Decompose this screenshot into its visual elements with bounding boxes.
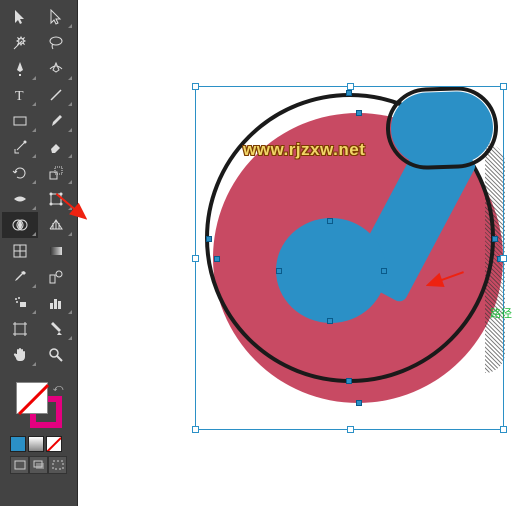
canvas-area[interactable]: www.rjzxw.net 路径 bbox=[78, 0, 522, 506]
music-note-head-large[interactable] bbox=[276, 218, 386, 323]
anchor-point[interactable] bbox=[492, 236, 498, 242]
swap-fill-stroke-icon[interactable]: ⤺ bbox=[53, 383, 64, 394]
color-section: ⤺ bbox=[2, 374, 75, 478]
shape-builder-tool[interactable] bbox=[2, 212, 38, 238]
zoom-tool[interactable] bbox=[38, 342, 74, 368]
anchor-point[interactable] bbox=[327, 218, 333, 224]
line-segment-tool[interactable] bbox=[38, 82, 74, 108]
magic-wand-tool[interactable] bbox=[2, 30, 38, 56]
resize-handle[interactable] bbox=[192, 255, 199, 262]
blend-tool[interactable] bbox=[38, 264, 74, 290]
resize-handle[interactable] bbox=[500, 426, 507, 433]
anchor-point[interactable] bbox=[206, 236, 212, 242]
resize-handle[interactable] bbox=[192, 83, 199, 90]
eraser-tool[interactable] bbox=[38, 134, 74, 160]
watermark-text: www.rjzxw.net bbox=[243, 140, 365, 160]
draw-normal-mode[interactable] bbox=[10, 456, 29, 474]
music-note-head-small[interactable] bbox=[390, 90, 494, 166]
selection-tool[interactable] bbox=[2, 4, 38, 30]
tools-panel: T bbox=[0, 0, 78, 506]
anchor-point[interactable] bbox=[381, 268, 387, 274]
direct-selection-tool[interactable] bbox=[38, 4, 74, 30]
gradient-tool[interactable] bbox=[38, 238, 74, 264]
eyedropper-tool[interactable] bbox=[2, 264, 38, 290]
resize-handle[interactable] bbox=[347, 426, 354, 433]
paintbrush-tool[interactable] bbox=[38, 108, 74, 134]
gradient-swatch[interactable] bbox=[28, 436, 44, 452]
anchor-point[interactable] bbox=[346, 90, 352, 96]
anchor-point[interactable] bbox=[346, 378, 352, 384]
rectangle-tool[interactable] bbox=[2, 108, 38, 134]
svg-text:T: T bbox=[15, 89, 24, 103]
anchor-point[interactable] bbox=[276, 268, 282, 274]
anchor-point[interactable] bbox=[327, 318, 333, 324]
width-tool[interactable] bbox=[2, 186, 38, 212]
anchor-point[interactable] bbox=[356, 400, 362, 406]
scale-tool[interactable] bbox=[38, 160, 74, 186]
rotate-tool[interactable] bbox=[2, 160, 38, 186]
resize-handle[interactable] bbox=[500, 83, 507, 90]
curvature-tool[interactable] bbox=[38, 56, 74, 82]
color-swatch-solid[interactable] bbox=[10, 436, 26, 452]
anchor-point[interactable] bbox=[356, 110, 362, 116]
column-graph-tool[interactable] bbox=[38, 290, 74, 316]
anchor-point[interactable] bbox=[497, 256, 503, 262]
slice-tool[interactable] bbox=[38, 316, 74, 342]
anchor-point[interactable] bbox=[214, 256, 220, 262]
pen-tool[interactable] bbox=[2, 56, 38, 82]
mesh-tool[interactable] bbox=[2, 238, 38, 264]
shaper-tool[interactable] bbox=[2, 134, 38, 160]
fill-color[interactable] bbox=[16, 382, 48, 414]
resize-handle[interactable] bbox=[347, 83, 354, 90]
artboard-tool[interactable] bbox=[2, 316, 38, 342]
hand-tool[interactable] bbox=[2, 342, 38, 368]
symbol-sprayer-tool[interactable] bbox=[2, 290, 38, 316]
resize-handle[interactable] bbox=[192, 426, 199, 433]
path-label: 路径 bbox=[490, 305, 512, 321]
none-swatch[interactable] bbox=[46, 436, 62, 452]
draw-inside-mode[interactable] bbox=[48, 456, 67, 474]
lasso-tool[interactable] bbox=[38, 30, 74, 56]
type-tool[interactable]: T bbox=[2, 82, 38, 108]
draw-behind-mode[interactable] bbox=[29, 456, 48, 474]
